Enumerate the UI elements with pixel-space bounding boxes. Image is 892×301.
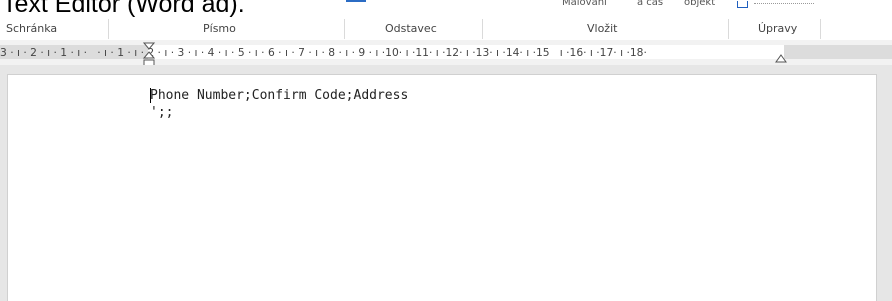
document-line-2[interactable]: ';; xyxy=(150,104,173,121)
group-separator xyxy=(820,19,821,39)
window-caption-bar: Text Editor (Word ad). Malování a čas ob… xyxy=(0,0,892,19)
group-label-clipboard: Schránka xyxy=(6,22,58,35)
ribbon-partial-label-object[interactable]: objekt xyxy=(684,0,715,8)
group-label-font: Písmo xyxy=(203,22,236,35)
group-separator xyxy=(728,19,729,39)
ribbon-group-labels: Schránka Písmo Odstavec Vložit Úpravy xyxy=(0,19,892,41)
group-separator xyxy=(108,19,109,39)
text-caret xyxy=(150,88,151,103)
window-caption: Text Editor (Word ad). xyxy=(2,0,245,18)
ruler-scale: 3 · ı · 2 · ı · 1 · ı · · ı · 1 · ı · 2 … xyxy=(0,46,647,59)
group-separator xyxy=(482,19,483,39)
select-all-label-fragment xyxy=(754,3,814,7)
active-tab-indicator xyxy=(346,0,366,2)
ruler[interactable]: 3 · ı · 2 · ı · 1 · ı · · ı · 1 · ı · 2 … xyxy=(0,40,892,67)
document-page[interactable] xyxy=(8,75,876,301)
ribbon-partial-label-datetime[interactable]: a čas xyxy=(637,0,663,8)
group-label-insert: Vložit xyxy=(587,22,618,35)
group-label-editing: Úpravy xyxy=(758,22,798,35)
group-label-paragraph: Odstavec xyxy=(385,22,437,35)
select-all-icon[interactable] xyxy=(737,1,748,8)
document-line-1[interactable]: Phone Number;Confirm Code;Address xyxy=(150,87,408,104)
group-separator xyxy=(344,19,345,39)
ribbon-partial-label-paint[interactable]: Malování xyxy=(562,0,607,8)
document-workspace xyxy=(0,65,892,301)
ruler-right-margin xyxy=(784,45,892,59)
